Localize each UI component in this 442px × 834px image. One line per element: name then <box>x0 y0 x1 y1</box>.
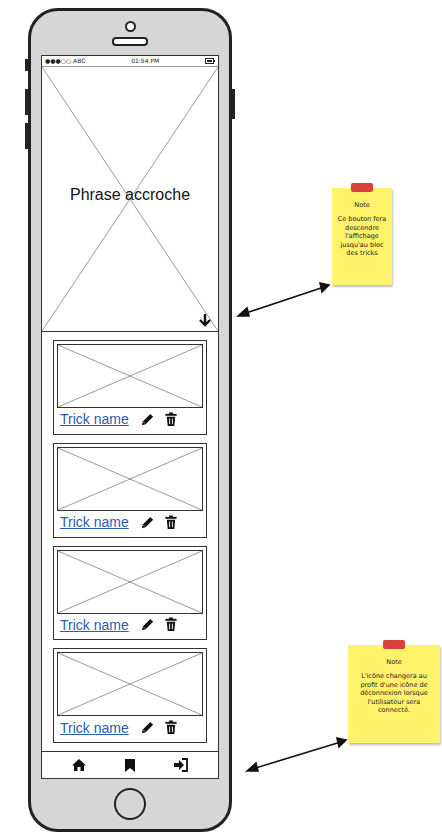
side-button <box>25 89 29 115</box>
phone-frame: ●●●○○ ABC 01:54 PM Phrase accroche Trick na… <box>28 8 232 832</box>
status-bar: ●●●○○ ABC 01:54 PM <box>42 56 218 67</box>
trick-image <box>57 447 203 511</box>
tagline: Phrase accroche <box>70 186 190 204</box>
image-placeholder <box>58 345 202 407</box>
time: 01:54 PM <box>131 56 159 66</box>
camera-icon <box>125 21 136 32</box>
trick-row: Trick name <box>57 716 203 739</box>
pencil-icon[interactable] <box>140 720 155 735</box>
trick-name-link[interactable]: Trick name <box>60 720 129 736</box>
trash-icon[interactable] <box>164 720 178 735</box>
image-placeholder <box>58 448 202 510</box>
trash-icon[interactable] <box>164 412 178 427</box>
connector-arrow <box>249 741 344 770</box>
tape <box>383 640 405 649</box>
wireframe-canvas: ●●●○○ ABC 01:54 PM Phrase accroche Trick na… <box>0 0 442 834</box>
pencil-icon[interactable] <box>140 515 155 530</box>
trick-name-link[interactable]: Trick name <box>60 411 129 427</box>
trick-row: Trick name <box>57 511 203 534</box>
hero-image: Phrase accroche <box>42 67 218 331</box>
trick-card: Trick name <box>53 546 207 641</box>
home-button[interactable] <box>114 788 146 820</box>
screen: ●●●○○ ABC 01:54 PM Phrase accroche Trick na… <box>41 55 219 779</box>
trick-row: Trick name <box>57 614 203 637</box>
home-icon[interactable] <box>71 758 87 772</box>
trash-icon[interactable] <box>164 617 178 632</box>
trick-image <box>57 652 203 716</box>
trick-card: Trick name <box>53 648 207 743</box>
trick-row: Trick name <box>57 408 203 431</box>
battery-icon <box>205 58 215 64</box>
speaker-icon <box>112 37 148 46</box>
note-title: Note <box>336 201 388 209</box>
phone-bottom <box>114 779 146 829</box>
carrier: ●●●○○ ABC <box>45 56 85 66</box>
phone-top <box>31 11 229 55</box>
side-button <box>25 59 29 71</box>
note-title: Note <box>352 658 436 666</box>
trick-card: Trick name <box>53 340 207 435</box>
note-text: L'icône changera au profit d'une icône d… <box>352 672 436 714</box>
image-placeholder <box>58 551 202 613</box>
sticky-note: Note Ce bouton fera descendre l'affichage… <box>332 188 392 285</box>
bottom-nav <box>42 751 218 778</box>
trick-name-link[interactable]: Trick name <box>60 617 129 633</box>
side-button <box>231 89 235 119</box>
sign-in-icon[interactable] <box>173 758 189 772</box>
arrow-down-icon[interactable] <box>198 313 212 327</box>
trick-card: Trick name <box>53 443 207 538</box>
trick-name-link[interactable]: Trick name <box>60 514 129 530</box>
bookmark-icon[interactable] <box>124 758 136 773</box>
side-button <box>25 123 29 149</box>
pencil-icon[interactable] <box>140 412 155 427</box>
sticky-note: Note L'icône changera au profit d'une icô… <box>348 645 440 743</box>
tape <box>351 183 373 192</box>
trick-image <box>57 344 203 408</box>
image-placeholder <box>58 653 202 715</box>
note-text: Ce bouton fera descendre l'affichage jus… <box>336 215 388 257</box>
trick-image <box>57 550 203 614</box>
trash-icon[interactable] <box>164 515 178 530</box>
tricks-list: Trick name Trick name Trick name Trick name <box>42 331 218 751</box>
connector-arrow <box>240 286 327 315</box>
pencil-icon[interactable] <box>140 617 155 632</box>
